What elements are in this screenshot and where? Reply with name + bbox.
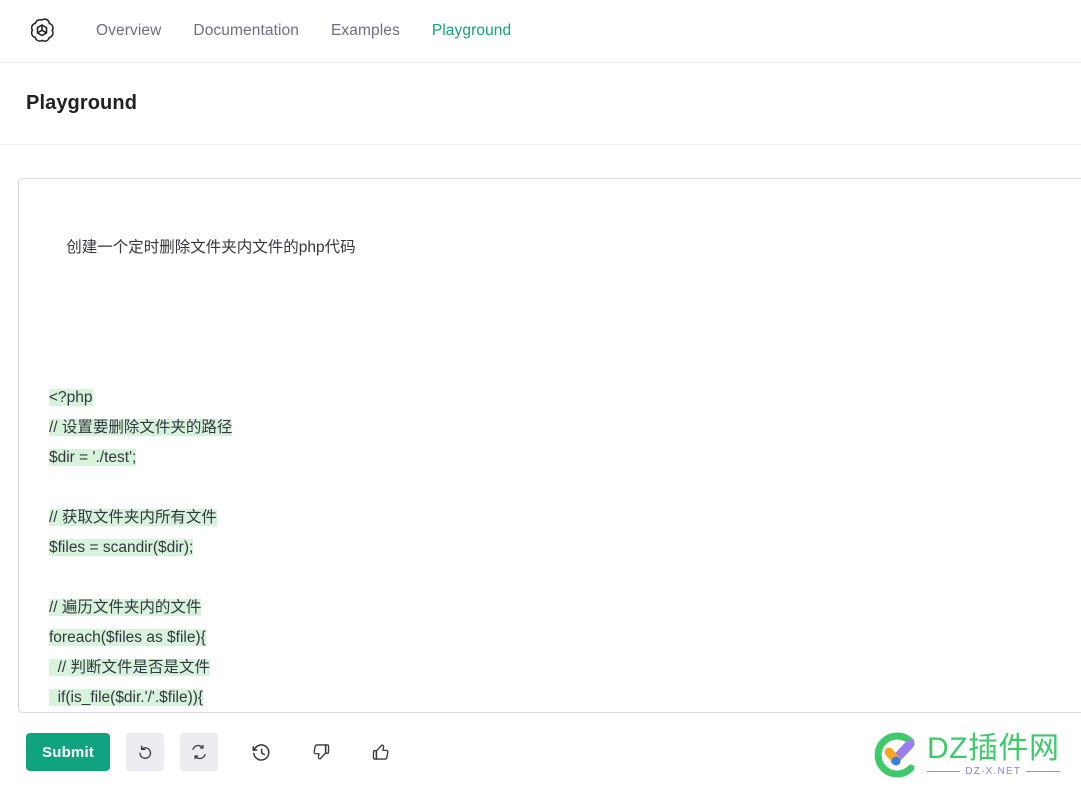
prompt-user-text: 创建一个定时删除文件夹内文件的php代码 <box>66 239 356 256</box>
prompt-editor-content[interactable]: 创建一个定时删除文件夹内文件的php代码 <?php // 设置要删除文件夹的路径… <box>19 179 1081 712</box>
history-clock-icon[interactable] <box>244 735 278 769</box>
completion-line-text: if(is_file($dir.'/'.$file)){ <box>49 689 204 706</box>
completion-line: $dir = './test'; <box>49 443 1081 473</box>
completion-line: <?php <box>49 383 1081 413</box>
completion-line: if(is_file($dir.'/'.$file)){ <box>49 683 1081 712</box>
undo-icon[interactable] <box>126 733 165 771</box>
regenerate-icon[interactable] <box>180 733 219 771</box>
thumbs-up-icon[interactable] <box>364 735 398 769</box>
completion-line: // 设置要删除文件夹的路径 <box>49 413 1081 443</box>
watermark-rule-left <box>927 771 961 772</box>
watermark-rule-right <box>1026 771 1060 772</box>
completion-line-text: foreach($files as $file){ <box>49 629 206 646</box>
completion-line: // 获取文件夹内所有文件 <box>49 503 1081 533</box>
completion-blank-line <box>49 473 1081 503</box>
completion-line-text: <?php <box>49 389 93 406</box>
watermark-subtitle-row: DZ-X.NET <box>927 766 1060 777</box>
watermark-title: DZ插件网 <box>927 732 1060 765</box>
completion-line: // 遍历文件夹内的文件 <box>49 593 1081 623</box>
nav-link-playground[interactable]: Playground <box>416 16 527 46</box>
nav-link-overview[interactable]: Overview <box>80 16 177 46</box>
prompt-editor-panel[interactable]: 创建一个定时删除文件夹内文件的php代码 <?php // 设置要删除文件夹的路径… <box>18 178 1081 713</box>
submit-button[interactable]: Submit <box>26 733 111 771</box>
completion-line-text: $files = scandir($dir); <box>49 539 194 556</box>
completion-text: <?php // 设置要删除文件夹的路径 $dir = './test'; // 获取… <box>49 383 1081 712</box>
dz-check-logo-icon <box>873 731 921 779</box>
completion-line: foreach($files as $file){ <box>49 623 1081 653</box>
thumbs-down-icon[interactable] <box>304 735 338 769</box>
page-title: Playground <box>26 92 138 114</box>
watermark-subtitle: DZ-X.NET <box>965 766 1022 777</box>
page-title-bar: Playground <box>0 63 1081 145</box>
completion-line-text: // 判断文件是否是文件 <box>49 659 211 676</box>
completion-line-text: $dir = './test'; <box>49 449 137 466</box>
watermark: DZ插件网 DZ-X.NET <box>873 724 1073 786</box>
nav-link-documentation[interactable]: Documentation <box>177 16 315 46</box>
completion-line-text: // 获取文件夹内所有文件 <box>49 509 217 526</box>
top-navigation-bar: Overview Documentation Examples Playgrou… <box>0 0 1081 63</box>
completion-line: // 判断文件是否是文件 <box>49 653 1081 683</box>
watermark-text: DZ插件网 DZ-X.NET <box>927 733 1060 777</box>
openai-logo-icon[interactable] <box>26 15 58 47</box>
nav-links: Overview Documentation Examples Playgrou… <box>80 16 527 46</box>
completion-line-text: // 遍历文件夹内的文件 <box>49 599 202 616</box>
completion-blank-line <box>49 563 1081 593</box>
action-toolbar: Submit <box>26 733 398 771</box>
completion-line-text: // 设置要删除文件夹的路径 <box>49 419 233 436</box>
completion-line: $files = scandir($dir); <box>49 533 1081 563</box>
nav-link-examples[interactable]: Examples <box>315 16 416 46</box>
prompt-spacer <box>49 293 1081 323</box>
